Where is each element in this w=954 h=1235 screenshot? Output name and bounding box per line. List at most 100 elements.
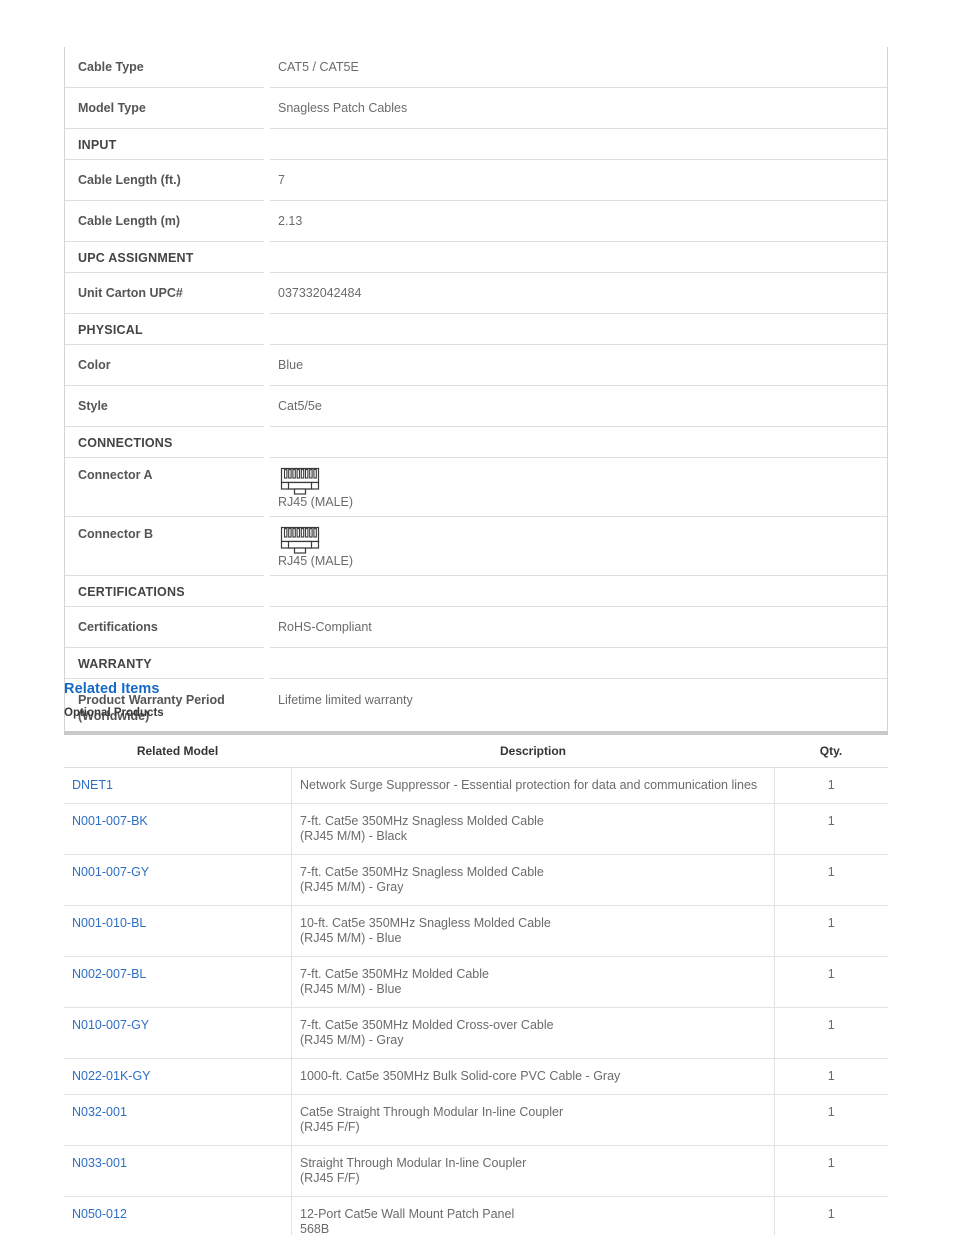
description-line-1: Straight Through Modular In-line Coupler [300, 1156, 527, 1170]
spec-row-label: Model Type [65, 87, 267, 129]
table-row: N032-001 Cat5e Straight Through Modular I… [64, 1094, 888, 1146]
description-line-2: (RJ45 F/F) [300, 1120, 360, 1134]
related-model-link[interactable]: N002-007-BL [72, 967, 146, 981]
related-model-link[interactable]: DNET1 [72, 778, 113, 792]
spec-row-label: Cable Length (m) [65, 200, 267, 242]
related-model-cell: N050-012 [64, 1196, 292, 1235]
description-line-2: (RJ45 F/F) [300, 1171, 360, 1185]
description-line-1: 7-ft. Cat5e 350MHz Molded Cable [300, 967, 489, 981]
table-row: N002-007-BL 7-ft. Cat5e 350MHz Molded Cab… [64, 956, 888, 1008]
related-qty-cell: 1 [774, 1196, 888, 1235]
related-model-cell: N001-007-BK [64, 803, 292, 855]
spec-row-label: Style [65, 385, 267, 427]
description-line-1: 10-ft. Cat5e 350MHz Snagless Molded Cabl… [300, 916, 551, 930]
related-qty-cell: 1 [774, 1058, 888, 1095]
related-items-table-body: DNET1 Network Surge Suppressor - Essentia… [64, 767, 888, 1235]
related-qty-cell: 1 [774, 1094, 888, 1146]
related-model-cell: N001-010-BL [64, 905, 292, 957]
related-description-cell: 10-ft. Cat5e 350MHz Snagless Molded Cabl… [291, 905, 775, 957]
spec-row: Cable Length (m) 2.13 [65, 200, 887, 242]
spec-row-label: Color [65, 344, 267, 386]
spec-section-header-row: CERTIFICATIONS [65, 575, 887, 607]
optional-products-subheading: Optional Products [64, 707, 164, 719]
column-header-related-model: Related Model [64, 733, 292, 768]
description-line-1: Cat5e Straight Through Modular In-line C… [300, 1105, 564, 1119]
related-description-cell: Cat5e Straight Through Modular In-line C… [291, 1094, 775, 1146]
related-model-link[interactable]: N033-001 [72, 1156, 127, 1170]
related-model-cell: DNET1 [64, 767, 292, 804]
related-model-link[interactable]: N001-007-BK [72, 814, 148, 828]
spec-section-header-row: CONNECTIONS [65, 426, 887, 458]
spec-row-value: RoHS-Compliant [264, 606, 887, 648]
related-qty-cell: 1 [774, 905, 888, 957]
description-line-2: 568B [300, 1222, 330, 1235]
related-description-cell: 1000-ft. Cat5e 350MHz Bulk Solid-core PV… [291, 1058, 775, 1095]
related-description-cell: 12-Port Cat5e Wall Mount Patch Panel 568B [291, 1196, 775, 1235]
spec-row-label: Certifications [65, 606, 267, 648]
specifications-table-body: Cable Type CAT5 / CAT5E Model Type Snagless… [65, 47, 887, 738]
spec-row: Cable Length (ft.) 7 [65, 159, 887, 201]
spec-section-header-row: INPUT [65, 128, 887, 160]
related-description-cell: Straight Through Modular In-line Coupler… [291, 1145, 775, 1197]
spec-row: Style Cat5/5e [65, 385, 887, 427]
description-line-1: 7-ft. Cat5e 350MHz Molded Cross-over Cab… [300, 1018, 554, 1032]
related-model-link[interactable]: N022-01K-GY [72, 1069, 151, 1083]
table-row: N033-001 Straight Through Modular In-line… [64, 1145, 888, 1197]
spec-connector-row: Connector B RJ45 (MALE) [65, 516, 887, 576]
related-qty-cell: 1 [774, 803, 888, 855]
spec-section-header-row: UPC ASSIGNMENT [65, 241, 887, 273]
spec-section-header-row: PHYSICAL [65, 313, 887, 345]
related-model-cell: N002-007-BL [64, 956, 292, 1008]
spec-row: Product Warranty Period (Worldwide) Lifeti… [65, 678, 887, 738]
spec-row: Certifications RoHS-Compliant [65, 606, 887, 648]
related-model-link[interactable]: N001-007-GY [72, 865, 149, 879]
related-model-cell: N001-007-GY [64, 854, 292, 906]
related-description-cell: 7-ft. Cat5e 350MHz Molded Cross-over Cab… [291, 1007, 775, 1059]
description-line-2: (RJ45 M/M) - Gray [300, 1033, 404, 1047]
related-model-cell: N010-007-GY [64, 1007, 292, 1059]
related-model-link[interactable]: N010-007-GY [72, 1018, 149, 1032]
related-qty-cell: 1 [774, 854, 888, 906]
spec-row-value: RJ45 (MALE) [264, 457, 887, 517]
related-items-heading: Related Items [64, 681, 160, 697]
connector-type-label: RJ45 (MALE) [278, 495, 354, 509]
related-description-cell: 7-ft. Cat5e 350MHz Snagless Molded Cable… [291, 803, 775, 855]
related-description-cell: Network Surge Suppressor - Essential pro… [291, 767, 775, 804]
related-model-cell: N032-001 [64, 1094, 292, 1146]
spec-row-value: 7 [264, 159, 887, 201]
table-row: DNET1 Network Surge Suppressor - Essentia… [64, 767, 888, 804]
spec-row-value: Blue [264, 344, 887, 386]
related-model-cell: N022-01K-GY [64, 1058, 292, 1095]
spec-row-value: Snagless Patch Cables [264, 87, 887, 129]
related-model-link[interactable]: N032-001 [72, 1105, 127, 1119]
spec-section-header-row: WARRANTY [65, 647, 887, 679]
description-line-1: 1000-ft. Cat5e 350MHz Bulk Solid-core PV… [300, 1069, 621, 1083]
description-line-2: (RJ45 M/M) - Black [300, 829, 407, 843]
spec-row-value: 2.13 [264, 200, 887, 242]
spec-connector-row: Connector A RJ45 (MALE) [65, 457, 887, 517]
description-line-2: (RJ45 M/M) - Blue [300, 931, 402, 945]
related-items-table-head: Related Model Description Qty. [64, 733, 888, 768]
column-header-description: Description [291, 733, 775, 768]
spec-section-title: PHYSICAL [65, 313, 887, 345]
table-row: N001-007-BK 7-ft. Cat5e 350MHz Snagless M… [64, 803, 888, 855]
specifications-table: Cable Type CAT5 / CAT5E Model Type Snagless… [65, 47, 887, 738]
spec-section-title: UPC ASSIGNMENT [65, 241, 887, 273]
table-row: N050-012 12-Port Cat5e Wall Mount Patch P… [64, 1196, 888, 1235]
spec-row-label: Connector A [65, 457, 267, 517]
related-description-cell: 7-ft. Cat5e 350MHz Snagless Molded Cable… [291, 854, 775, 906]
spec-row: Unit Carton UPC# 037332042484 [65, 272, 887, 314]
spec-row-value: CAT5 / CAT5E [264, 47, 887, 88]
related-model-link[interactable]: N001-010-BL [72, 916, 146, 930]
related-model-link[interactable]: N050-012 [72, 1207, 127, 1221]
product-spec-page: Cable Type CAT5 / CAT5E Model Type Snagless… [0, 0, 954, 1235]
spec-row-value: RJ45 (MALE) [264, 516, 887, 576]
spec-row-value: Lifetime limited warranty [264, 678, 887, 738]
table-row: N010-007-GY 7-ft. Cat5e 350MHz Molded Cro… [64, 1007, 888, 1059]
specifications-panel: Cable Type CAT5 / CAT5E Model Type Snagless… [64, 47, 888, 741]
related-qty-cell: 1 [774, 1145, 888, 1197]
connector-type-label: RJ45 (MALE) [278, 554, 354, 568]
spec-row-label: Cable Type [65, 47, 267, 88]
table-row: N022-01K-GY 1000-ft. Cat5e 350MHz Bulk So… [64, 1058, 888, 1095]
description-line-1: 12-Port Cat5e Wall Mount Patch Panel [300, 1207, 515, 1221]
